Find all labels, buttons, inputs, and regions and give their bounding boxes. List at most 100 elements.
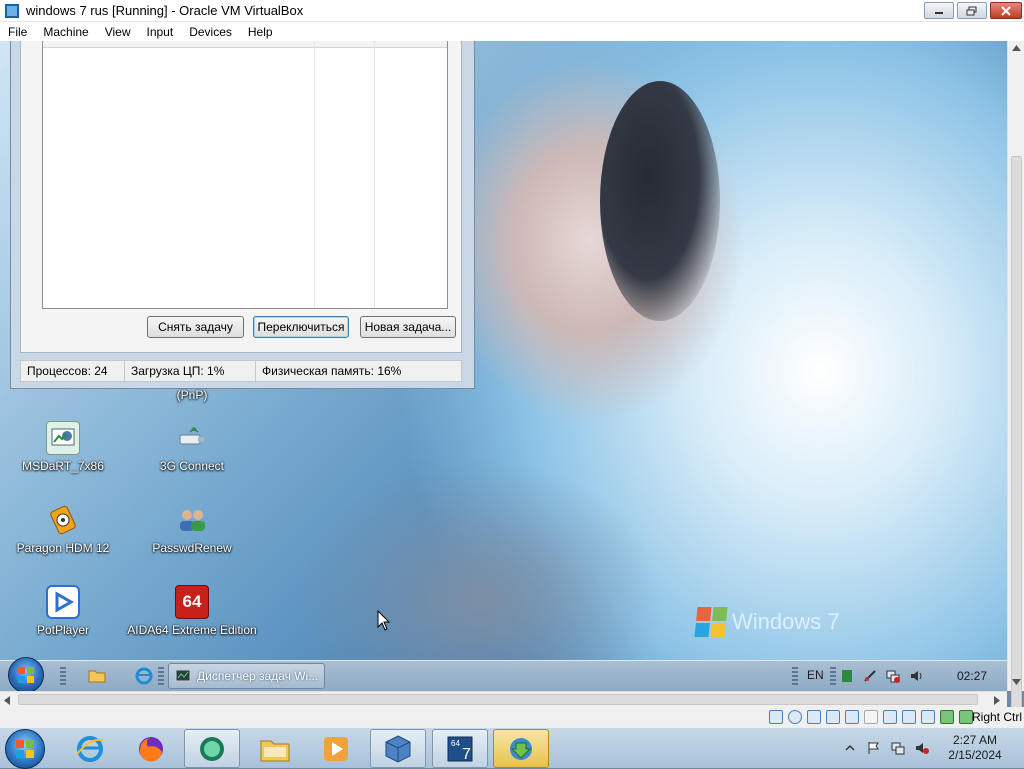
minimize-button[interactable] [924,2,954,19]
vm-vertical-scrollbar[interactable] [1007,41,1024,711]
scroll-left-icon[interactable] [4,696,10,705]
restore-button[interactable] [957,2,987,19]
status-memory: Физическая память: 16% [262,364,402,378]
menu-input[interactable]: Input [139,25,182,39]
folder-icon[interactable] [88,667,106,685]
taskbar-grip[interactable] [830,667,836,685]
host-app-virtualbox[interactable] [370,729,426,768]
switch-to-button[interactable]: Переключиться [253,316,349,338]
display-icon[interactable] [883,710,897,724]
vertical-scroll-thumb[interactable] [1011,156,1022,711]
scroll-up-icon[interactable] [1012,45,1021,51]
restore-icon [966,6,977,15]
host-taskbar: 7 64 2:27 AM 2/15/2024 [0,727,1024,769]
media-player-icon [324,736,348,761]
language-indicator[interactable]: EN [807,668,824,682]
internet-explorer-icon[interactable] [135,667,153,685]
taskbar-grip[interactable] [158,667,164,685]
wallpaper-logo-text: Windows 7 [732,609,840,634]
guest-clock[interactable]: 02:27 [957,669,987,683]
menu-help[interactable]: Help [240,25,281,39]
list-column-divider [314,41,315,308]
vbox-statusbar: Right Ctrl [0,707,1024,727]
list-header [43,41,447,48]
desktop-icon-label: AIDA64 Extreme Edition [127,623,257,637]
scroll-right-icon[interactable] [994,696,1000,705]
vm-horizontal-scrollbar[interactable] [0,691,1007,707]
hard-disk-icon[interactable] [769,710,783,724]
end-task-button[interactable]: Снять задачу [147,316,244,338]
mouse-integration-icon[interactable] [940,710,954,724]
new-task-button[interactable]: Новая задача... [360,316,456,338]
network-icon[interactable] [886,669,900,683]
desktop-icon-msdart[interactable]: MSDaRT_7x86 [8,421,118,473]
potplayer-icon [46,585,80,619]
action-center-flag-icon[interactable] [867,741,881,755]
audio-icon[interactable] [807,710,821,724]
taskbar-task-label: Диспетчер задач Wi... [197,669,319,683]
virtualization-icon[interactable] [921,710,935,724]
taskbar-grip[interactable] [792,667,798,685]
close-button[interactable] [990,2,1022,19]
vbox-menubar: File Machine View Input Devices Help [0,22,1024,41]
desktop-icon-paragon[interactable]: Paragon HDM 12 [8,503,118,555]
desktop-icon-label: Paragon HDM 12 [16,541,110,555]
folder-icon [260,740,290,761]
host-start-button[interactable] [5,729,45,769]
host-date: 2/15/2024 [948,748,1002,762]
video-capture-icon[interactable] [902,710,916,724]
safely-remove-icon[interactable] [863,669,877,683]
desktop-icon-label: PasswdRenew [152,541,232,555]
window-title: windows 7 rus [Running] - Oracle VM Virt… [26,3,304,18]
task-manager-window: Снять задачу Переключиться Новая задача.… [10,41,475,389]
host-app-chat[interactable] [184,729,240,768]
desktop-icon-passwdrenew[interactable]: PasswdRenew [137,503,247,555]
host-app-internet-explorer[interactable] [62,729,118,768]
volume-muted-icon[interactable] [915,741,929,755]
list-column-divider [374,41,375,308]
network-adapter-icon[interactable] [826,710,840,724]
optical-drive-icon[interactable] [788,710,802,724]
applications-list[interactable] [42,41,448,309]
show-hidden-icons-icon[interactable] [843,741,857,755]
win7-tools-icon: 764 [447,736,473,763]
vm-display[interactable]: Windows 7 (PnP) MSDaRT_7x86 3G Connect P… [0,41,1007,691]
network-icon[interactable] [891,741,905,755]
keyboard-capture-icon[interactable] [959,710,973,724]
task-manager-panel: Снять задачу Переключиться Новая задача.… [20,41,462,353]
menu-devices[interactable]: Devices [181,25,240,39]
windows-logo-icon [16,740,34,758]
scroll-down-icon[interactable] [1012,679,1021,685]
taskbar-task-manager-button[interactable]: Диспетчер задач Wi... [168,663,325,689]
host-app-firefox[interactable] [123,729,179,768]
taskbar-grip[interactable] [60,667,66,685]
virtualbox-icon [5,3,19,18]
desktop-icon-potplayer[interactable]: PotPlayer [8,585,118,637]
menu-file[interactable]: File [0,25,35,39]
menu-view[interactable]: View [97,25,139,39]
internet-explorer-icon [76,735,104,762]
mouse-cursor-icon [377,610,391,631]
svg-text:64: 64 [451,739,460,748]
host-app-win7-tools[interactable]: 7 64 [432,729,488,768]
firefox-icon [139,736,163,762]
shared-folders-icon[interactable] [864,710,878,724]
desktop-icon-label: PotPlayer [36,623,90,637]
volume-icon[interactable] [910,669,924,683]
svg-text:7: 7 [462,746,471,763]
menu-machine[interactable]: Machine [35,25,96,39]
desktop-icon-aida64[interactable]: 64 AIDA64 Extreme Edition [127,585,257,637]
wallpaper-figure [600,81,720,321]
aida64-badge: 64 [182,592,202,611]
host-app-explorer[interactable] [247,729,303,768]
tray-app-icon[interactable] [840,669,854,683]
host-app-media-player[interactable] [308,729,364,768]
host-app-download-manager[interactable] [493,729,549,768]
horizontal-scroll-thumb[interactable] [18,694,978,705]
windows7-logo: Windows 7 [694,607,840,637]
usb-icon[interactable] [845,710,859,724]
desktop-icon-3g-connect[interactable]: 3G Connect [137,421,247,473]
msdart-icon [46,421,80,455]
host-clock[interactable]: 2:27 AM 2/15/2024 [940,733,1010,763]
guest-start-button[interactable] [8,657,44,691]
